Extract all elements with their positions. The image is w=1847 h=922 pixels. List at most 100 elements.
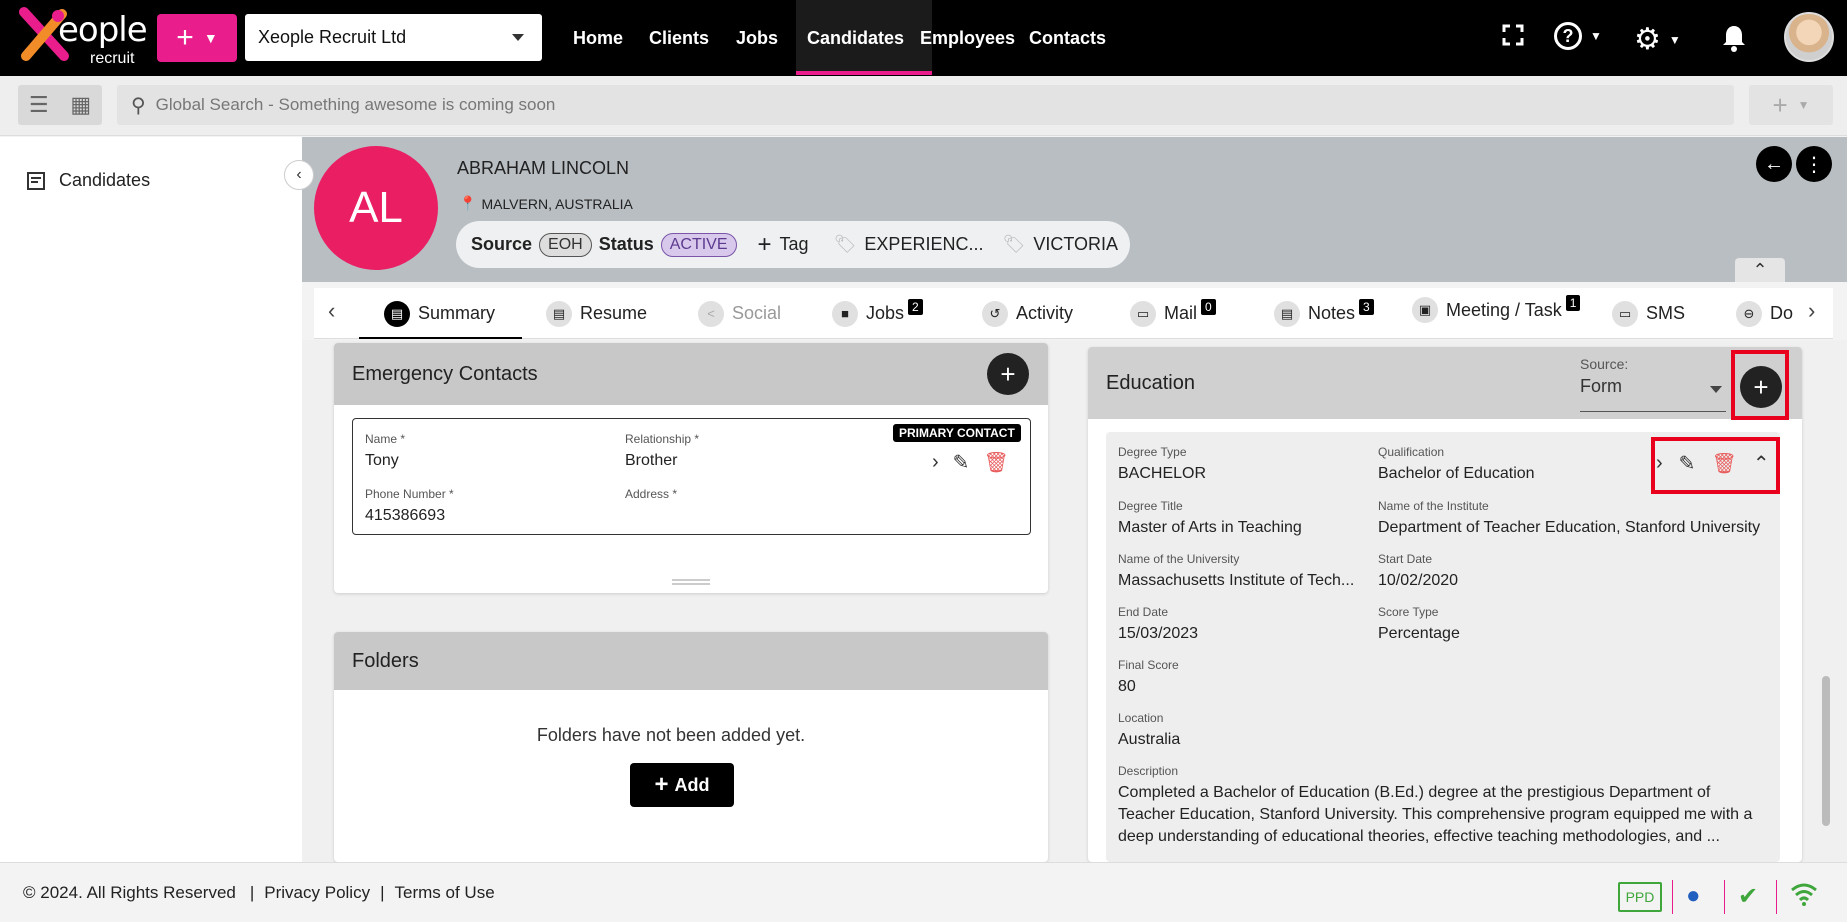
scrollbar-thumb[interactable] [1822, 676, 1830, 826]
tab-label: Mail [1164, 303, 1198, 323]
view-toggle[interactable]: ☰ ▦ [18, 85, 102, 125]
chevron-left-icon: ‹ [296, 166, 302, 183]
wifi-icon[interactable] [1790, 882, 1818, 913]
separator [1672, 880, 1673, 914]
share-icon: < [698, 300, 724, 327]
add-menu-button[interactable]: + ▼ [1749, 85, 1833, 125]
trash-icon[interactable]: 🗑 [1711, 451, 1736, 476]
tab-documents[interactable]: ⊖ Do [1736, 288, 1800, 339]
field-label: End Date [1118, 605, 1169, 619]
field-label: Phone Number * [365, 487, 454, 501]
contact-name: Tony [365, 452, 399, 469]
tab-notes[interactable]: ▤ Notes 3 [1274, 288, 1374, 339]
tab-summary[interactable]: ▤ Summary [384, 288, 495, 339]
dropdown-caret-icon [512, 34, 524, 41]
terms-of-use-link[interactable]: Terms of Use [395, 883, 495, 903]
company-select-value: Xeople Recruit Ltd [258, 27, 407, 47]
tab-sms[interactable]: ▭ SMS [1612, 288, 1685, 339]
card-header: Emergency Contacts [334, 343, 1048, 405]
source-select[interactable]: Source: Form [1580, 356, 1726, 412]
add-education-button[interactable]: + [1740, 366, 1782, 408]
card-header: Folders [334, 632, 1048, 690]
list-view-icon[interactable]: ☰ [29, 92, 49, 118]
chevron-right-icon[interactable]: › [1656, 452, 1663, 475]
separator [1776, 880, 1777, 914]
nav-item-contacts[interactable]: Contacts [1029, 0, 1106, 76]
user-avatar[interactable] [1784, 12, 1834, 62]
tag-chip[interactable]: 🏷 EXPERIENC... [834, 234, 984, 255]
nav-item-candidates[interactable]: Candidates [807, 0, 904, 76]
summary-icon: ▤ [384, 300, 410, 327]
tab-activity[interactable]: ↺ Activity [982, 288, 1073, 339]
chevron-up-icon[interactable]: ⌃ [1753, 451, 1770, 476]
tag-chip[interactable]: 🏷 VICTORIA [1002, 234, 1118, 255]
nav-item-home[interactable]: Home [573, 0, 623, 76]
field-label: Qualification [1378, 445, 1445, 459]
card-title: Education [1106, 371, 1195, 394]
collapse-header-button[interactable]: ⌃ [1735, 258, 1785, 282]
degree-title-value: Master of Arts in Teaching [1118, 519, 1302, 536]
edit-pencil-icon[interactable]: ✎ [1679, 451, 1696, 476]
tab-label: Resume [580, 303, 648, 323]
tab-label: Notes [1308, 303, 1356, 323]
tab-count-badge: 1 [1565, 295, 1581, 311]
more-options-button[interactable]: ⋮ [1796, 146, 1832, 182]
field-label: Degree Type [1118, 445, 1187, 459]
nav-active-indicator [796, 71, 932, 75]
arrow-left-icon: ← [1764, 152, 1784, 175]
settings-menu[interactable]: ⚙ ▼ [1634, 22, 1681, 57]
tab-label: Do [1770, 303, 1794, 323]
source-badge[interactable]: EOH [539, 232, 592, 257]
global-search-input[interactable]: ⚲ Global Search - Something awesome is c… [117, 85, 1734, 125]
trash-icon[interactable]: 🗑 [983, 450, 1008, 475]
tab-meeting-task[interactable]: ▣ Meeting / Task 1 [1412, 288, 1581, 332]
notifications-bell-icon[interactable] [1722, 24, 1746, 52]
resize-handle[interactable] [672, 579, 710, 585]
plus-icon: + [757, 230, 772, 258]
field-label: Name of the Institute [1378, 499, 1489, 513]
description-line: deep understanding of educational theori… [1118, 828, 1720, 845]
nav-item-jobs[interactable]: Jobs [736, 0, 778, 76]
tab-social[interactable]: < Social [698, 288, 781, 339]
edit-pencil-icon[interactable]: ✎ [953, 450, 970, 475]
status-badge[interactable]: ACTIVE [660, 232, 737, 257]
ppd-badge[interactable]: PPD [1618, 882, 1662, 912]
search-row: ☰ ▦ ⚲ Global Search - Something awesome … [0, 76, 1847, 136]
field-label: Name of the University [1118, 552, 1240, 566]
add-folder-button[interactable]: + Add [630, 763, 734, 807]
nav-item-employees[interactable]: Employees [920, 0, 1015, 76]
tab-jobs[interactable]: ■ Jobs 2 [832, 288, 923, 339]
candidate-avatar: AL [314, 146, 438, 270]
user-circle-icon[interactable]: ● [1686, 882, 1701, 910]
gear-icon: ⚙ [1634, 23, 1661, 56]
chevron-right-icon[interactable]: › [932, 451, 939, 474]
fullscreen-icon[interactable] [1502, 24, 1524, 46]
sidebar-item-candidates[interactable]: Candidates [27, 170, 150, 191]
add-tag-label: Tag [779, 234, 809, 254]
education-row-actions: › ✎ 🗑 ⌃ [1656, 451, 1770, 476]
check-circle-icon[interactable]: ✔ [1738, 882, 1758, 911]
help-menu[interactable]: ? ▼ [1554, 22, 1602, 50]
description-line: Teacher Education, Stanford University. … [1118, 806, 1753, 823]
collapse-sidebar-button[interactable]: ‹ [284, 160, 314, 190]
grid-view-icon[interactable]: ▦ [70, 92, 91, 118]
field-label: Location [1118, 711, 1164, 725]
separator: | [249, 882, 255, 902]
tab-resume[interactable]: ▤ Resume [546, 288, 647, 339]
company-select[interactable]: Xeople Recruit Ltd [245, 14, 542, 61]
back-button[interactable]: ← [1756, 146, 1792, 182]
inbox-icon: ▭ [1130, 300, 1156, 327]
quick-add-button[interactable]: + ▼ [157, 14, 237, 62]
tabs-scroll-left-icon[interactable]: ‹ [328, 298, 335, 324]
nav-item-clients[interactable]: Clients [649, 0, 709, 76]
final-score-value: 80 [1118, 678, 1136, 695]
tab-mail[interactable]: ▭ Mail 0 [1130, 288, 1216, 339]
source-select-label: Source: [1580, 356, 1629, 372]
history-icon: ↺ [982, 300, 1008, 327]
add-tag-button[interactable]: + Tag [758, 231, 809, 259]
tabs-scroll-right-icon[interactable]: › [1808, 298, 1815, 324]
source-label: Source [471, 234, 533, 254]
privacy-policy-link[interactable]: Privacy Policy [264, 883, 370, 903]
add-emergency-contact-button[interactable]: + [987, 353, 1029, 395]
left-sidebar: Candidates [0, 137, 302, 862]
